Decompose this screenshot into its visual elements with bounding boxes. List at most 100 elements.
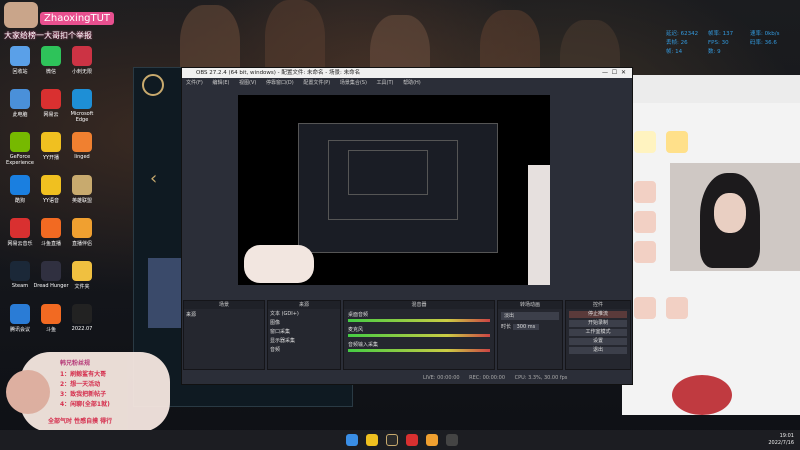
source-item[interactable]: 图像	[268, 318, 340, 327]
app-icon	[72, 89, 92, 109]
stats-row: 帧: 14 数: 9	[666, 49, 721, 55]
desktop-icon[interactable]: 小刺无限	[64, 46, 100, 75]
app-icon	[41, 304, 61, 324]
duration-row: 时长 300 ms	[501, 323, 559, 330]
desktop-icon[interactable]: 2022.07	[64, 304, 100, 332]
studio-mode-button[interactable]: 工作室模式	[569, 329, 627, 336]
notice-line: 1：刷鲸鲨有大哥	[60, 371, 107, 378]
sticker-icon[interactable]	[666, 297, 688, 319]
pig-mascot-icon	[6, 370, 50, 414]
taskbar-app-icon[interactable]	[386, 434, 398, 446]
desktop-icon-label: Microsoft Edge	[70, 111, 94, 123]
mixer-dock-title: 混音器	[344, 301, 494, 309]
desktop-icon[interactable]: 直播伴侣	[64, 218, 100, 247]
menu-docks[interactable]: 停靠窗口(D)	[266, 80, 294, 86]
stats-row: 丢帧: 26 FPS: 30 码率: 36.6	[666, 40, 777, 46]
app-icon	[72, 261, 92, 281]
stream-subtitle: 大家给榜一大哥扣个举报	[4, 31, 92, 40]
menu-scene-collection[interactable]: 场景集合(S)	[340, 80, 367, 86]
sticker-icon[interactable]	[634, 181, 656, 203]
menu-file[interactable]: 文件(F)	[186, 80, 203, 86]
taskbar-clock[interactable]: 19:01 2022/7/16	[768, 433, 794, 447]
notice-line: 4：闲聊(全部1就)	[60, 401, 110, 408]
source-item[interactable]: 显示器采集	[268, 336, 340, 345]
desktop-icon[interactable]: Iinged	[64, 132, 100, 160]
source-item[interactable]: 文本 (GDI+)	[268, 309, 340, 318]
start-recording-button[interactable]: 开始录制	[569, 320, 627, 327]
app-icon	[72, 304, 92, 324]
notice-board: 韩兄粉丝规 1：刷鲸鲨有大哥 2：想一天活动 3：致我把新帖子 4：闲聊(全部1…	[6, 352, 170, 432]
scene-item[interactable]: 来源	[184, 309, 264, 320]
stop-streaming-button[interactable]: 停止推流	[569, 311, 627, 318]
notice-title: 韩兄粉丝规	[60, 360, 91, 367]
app-icon	[72, 46, 92, 66]
sticker-icon[interactable]	[634, 297, 656, 319]
rec-timer: REC: 00:00:00	[469, 375, 506, 381]
stream-stats: 延迟: 62342 帧率: 137 速率: 0kb/s 丢帧: 26 FPS: 30 码…	[666, 30, 800, 57]
sticker-icon[interactable]	[634, 241, 656, 263]
menu-view[interactable]: 视图(V)	[239, 80, 256, 86]
notice-line: 3：致我把新帖子	[60, 391, 107, 398]
volume-meter[interactable]	[348, 334, 490, 337]
controls-dock-title: 控件	[566, 301, 630, 309]
desktop-icon[interactable]: 文件夹	[64, 261, 100, 290]
transitions-dock: 转场动画 淡出 时长 300 ms	[497, 300, 563, 370]
nested-preview	[348, 150, 428, 195]
desktop-icon-label: 小刺无限	[71, 69, 92, 75]
cpu-fps: CPU: 3.3%, 30.00 fps	[514, 375, 568, 381]
settings-button[interactable]: 设置	[569, 338, 627, 345]
lol-logo-icon	[142, 74, 164, 96]
menu-help[interactable]: 帮助(H)	[403, 80, 421, 86]
exit-button[interactable]: 退出	[569, 347, 627, 354]
duration-input[interactable]: 300 ms	[512, 324, 540, 330]
menu-tools[interactable]: 工具(T)	[377, 80, 394, 86]
streamer-name: ZhaoxingTUT	[40, 12, 115, 25]
obs-menubar: 文件(F) 编辑(E) 视图(V) 停靠窗口(D) 配置文件(P) 场景集合(S…	[182, 78, 632, 88]
taskbar-app-icon[interactable]	[446, 434, 458, 446]
app-icon	[10, 46, 30, 66]
obs-preview-canvas[interactable]	[238, 95, 550, 285]
desktop-icon-label: 2022.07	[71, 326, 93, 332]
app-icon	[72, 218, 92, 238]
desktop-icon[interactable]: 英雄联盟	[64, 175, 100, 204]
desktop-icon[interactable]: Microsoft Edge	[64, 89, 100, 123]
webcam-face	[714, 193, 746, 233]
app-icon	[41, 218, 61, 238]
source-item[interactable]: 音频	[268, 345, 340, 354]
clock-date: 2022/7/16	[768, 440, 794, 446]
sticker-icon[interactable]	[634, 131, 656, 153]
start-menu-icon[interactable]	[346, 434, 358, 446]
red-object	[672, 375, 732, 415]
transitions-dock-title: 转场动画	[498, 301, 562, 309]
scenes-dock-title: 场景	[184, 301, 264, 309]
app-icon	[10, 304, 30, 324]
chat-window[interactable]	[622, 75, 800, 415]
mixer-row: 麦克风	[344, 324, 494, 339]
sticker-icon[interactable]	[634, 211, 656, 233]
menu-edit[interactable]: 编辑(E)	[212, 80, 229, 86]
volume-meter[interactable]	[348, 319, 490, 322]
taskbar-app-icon[interactable]	[406, 434, 418, 446]
volume-meter[interactable]	[348, 349, 490, 352]
app-icon	[72, 175, 92, 195]
chevron-left-icon[interactable]: ‹	[150, 168, 157, 189]
app-icon	[10, 89, 30, 109]
window-controls[interactable]: — ☐ ✕	[602, 68, 626, 78]
app-icon	[41, 261, 61, 281]
app-icon	[10, 218, 30, 238]
app-icon	[41, 132, 61, 152]
sticker-icon[interactable]	[666, 131, 688, 153]
menu-profile[interactable]: 配置文件(P)	[303, 80, 330, 86]
app-icon	[10, 261, 30, 281]
streamer-avatar	[4, 2, 38, 28]
source-item[interactable]: 窗口采集	[268, 327, 340, 336]
app-icon	[41, 46, 61, 66]
controls-dock: 控件 停止推流 开始录制 工作室模式 设置 退出	[565, 300, 631, 370]
taskbar-app-icon[interactable]	[366, 434, 378, 446]
sources-dock: 来源 文本 (GDI+) 图像 窗口采集 显示器采集 音频	[267, 300, 341, 370]
taskbar-app-icon[interactable]	[426, 434, 438, 446]
desktop-icon-label: 英雄联盟	[71, 198, 92, 204]
mixer-row: 桌面音频	[344, 309, 494, 324]
live-timer: LIVE: 00:00:00	[423, 375, 460, 381]
transition-select[interactable]: 淡出	[501, 312, 559, 320]
